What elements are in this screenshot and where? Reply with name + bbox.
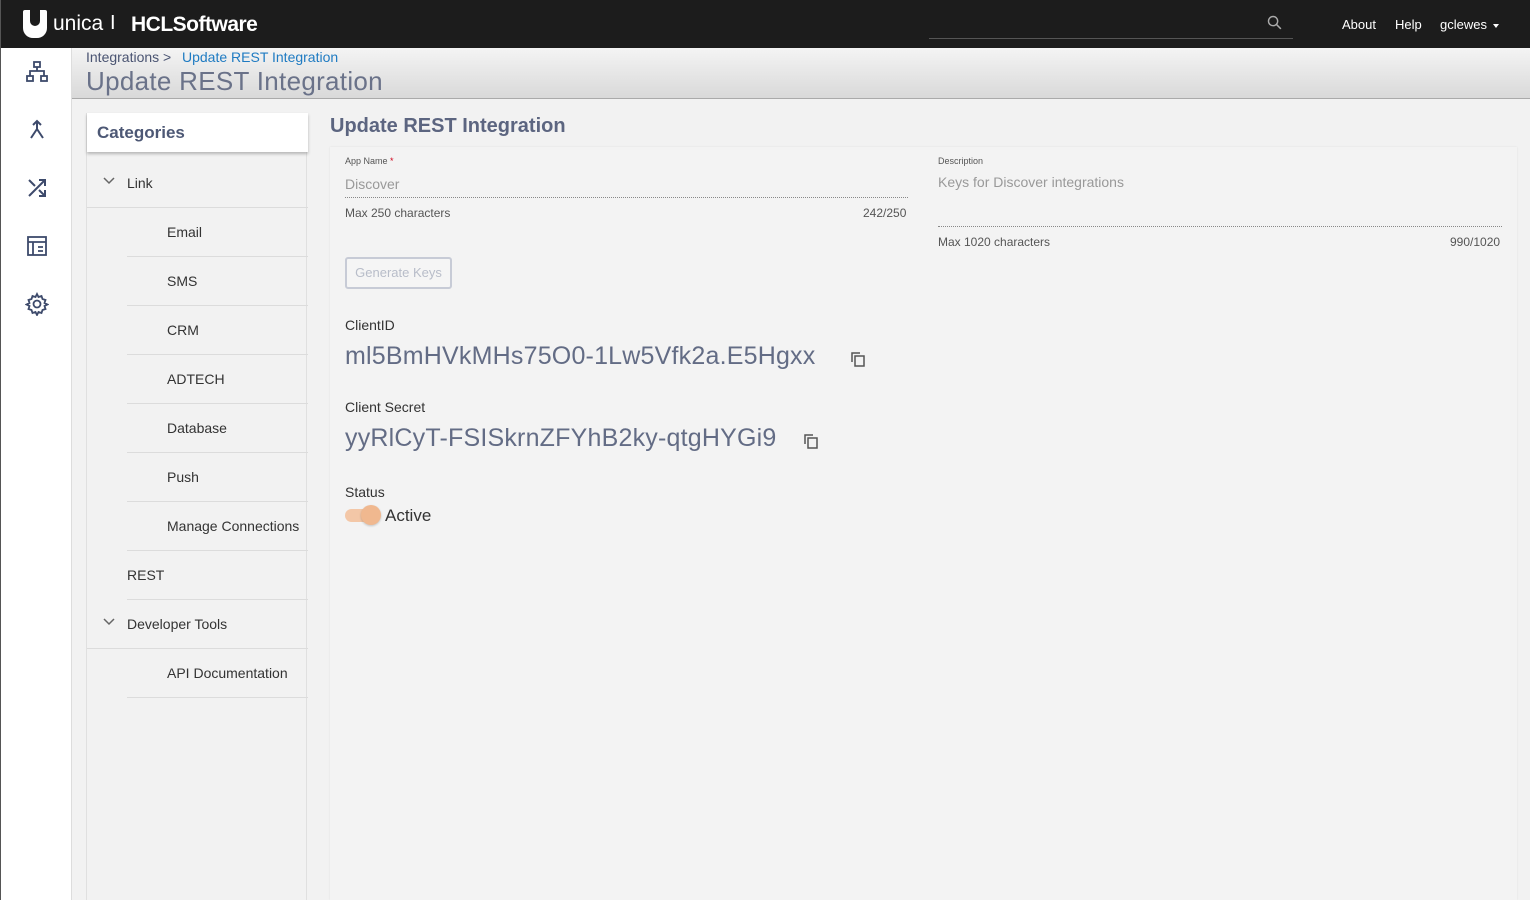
form-title: Update REST Integration [330, 115, 566, 137]
description-input[interactable]: Keys for Discover integrations [938, 174, 1124, 190]
app-name-label-text: App Name [345, 156, 388, 166]
category-label: REST [127, 567, 165, 583]
status-toggle[interactable] [345, 504, 381, 526]
category-manage-connections[interactable]: Manage Connections [127, 502, 308, 551]
description-label: Description [938, 156, 984, 166]
generate-keys-button[interactable]: Generate Keys [345, 257, 452, 289]
copy-icon[interactable] [803, 433, 819, 449]
category-developer-tools[interactable]: Developer Tools [87, 600, 308, 649]
category-label: API Documentation [167, 665, 288, 681]
description-underline [938, 226, 1502, 227]
description-count: 990/1020 [1450, 235, 1501, 249]
category-link[interactable]: Link [87, 159, 308, 208]
category-sms[interactable]: SMS [127, 257, 308, 306]
copy-icon[interactable] [850, 351, 866, 367]
status-label: Status [345, 484, 385, 500]
page-title: Update REST Integration [86, 66, 383, 96]
merge-icon[interactable] [25, 118, 49, 142]
brand-separator: I [110, 12, 116, 34]
unica-logo-icon [23, 10, 47, 38]
app-name-input[interactable]: Discover [345, 176, 399, 192]
category-rest[interactable]: REST [127, 551, 308, 600]
breadcrumb-current[interactable]: Update REST Integration [182, 49, 338, 65]
status-value: Active [385, 506, 432, 525]
breadcrumb-integrations[interactable]: Integrations [86, 49, 159, 65]
app-name-label: App Name * [345, 156, 394, 166]
category-label: ADTECH [167, 371, 225, 387]
category-label: Database [167, 420, 227, 436]
dashboard-icon[interactable] [25, 234, 49, 258]
category-label: Link [127, 175, 153, 191]
shuffle-icon[interactable] [25, 176, 49, 200]
categories-panel: Categories Link Email SMS CRM ADTECH Dat… [86, 113, 308, 900]
global-search-input[interactable] [929, 10, 1293, 39]
categories-title: Categories [97, 123, 185, 142]
category-push[interactable]: Push [127, 453, 308, 502]
required-mark: * [390, 156, 394, 166]
top-bar: unica I HCLSoftware About Help gclewes [0, 0, 1530, 48]
category-crm[interactable]: CRM [127, 306, 308, 355]
hierarchy-icon[interactable] [25, 60, 49, 84]
client-secret-value: yyRlCyT-FSISkrnZFYhB2ky-qtgHYGi9 [345, 424, 777, 452]
chevron-down-icon [103, 618, 115, 626]
app-name-underline [345, 197, 908, 198]
breadcrumb-separator: > [163, 49, 172, 65]
page-header: Integrations > Update REST Integration U… [72, 48, 1530, 99]
category-label: Developer Tools [127, 616, 228, 632]
category-email[interactable]: Email [127, 208, 308, 257]
categories-header: Categories [87, 113, 308, 152]
category-api-documentation[interactable]: API Documentation [127, 649, 308, 698]
client-id-label: ClientID [345, 317, 395, 333]
chevron-down-icon [103, 177, 115, 185]
category-label: SMS [167, 273, 198, 289]
user-menu[interactable]: gclewes [1440, 17, 1499, 32]
toggle-knob [361, 505, 381, 525]
help-link[interactable]: Help [1395, 17, 1422, 32]
gear-icon[interactable] [25, 292, 49, 316]
category-label: Email [167, 224, 203, 240]
category-label: Push [167, 469, 199, 485]
left-nav-rail [0, 48, 72, 900]
about-link[interactable]: About [1342, 17, 1376, 32]
client-id-value: ml5BmHVkMHs75O0-1Lw5Vfk2a.E5Hgxx [345, 342, 816, 370]
integration-form: App Name * Discover Max 250 characters 2… [330, 147, 1517, 900]
main-content: Update REST Integration App Name * Disco… [330, 99, 1517, 900]
description-hint: Max 1020 characters [938, 235, 1051, 249]
chevron-down-icon [1492, 23, 1499, 28]
app-name-count: 242/250 [863, 206, 907, 220]
category-label: CRM [167, 322, 199, 338]
brand-hclsoftware: HCLSoftware [131, 13, 258, 36]
category-adtech[interactable]: ADTECH [127, 355, 308, 404]
client-secret-label: Client Secret [345, 399, 426, 415]
user-name: gclewes [1440, 17, 1487, 32]
brand-unica: unica [53, 12, 104, 35]
category-label: Manage Connections [167, 518, 300, 534]
category-database[interactable]: Database [127, 404, 308, 453]
app-name-hint: Max 250 characters [345, 206, 451, 220]
search-icon[interactable] [1266, 14, 1283, 31]
